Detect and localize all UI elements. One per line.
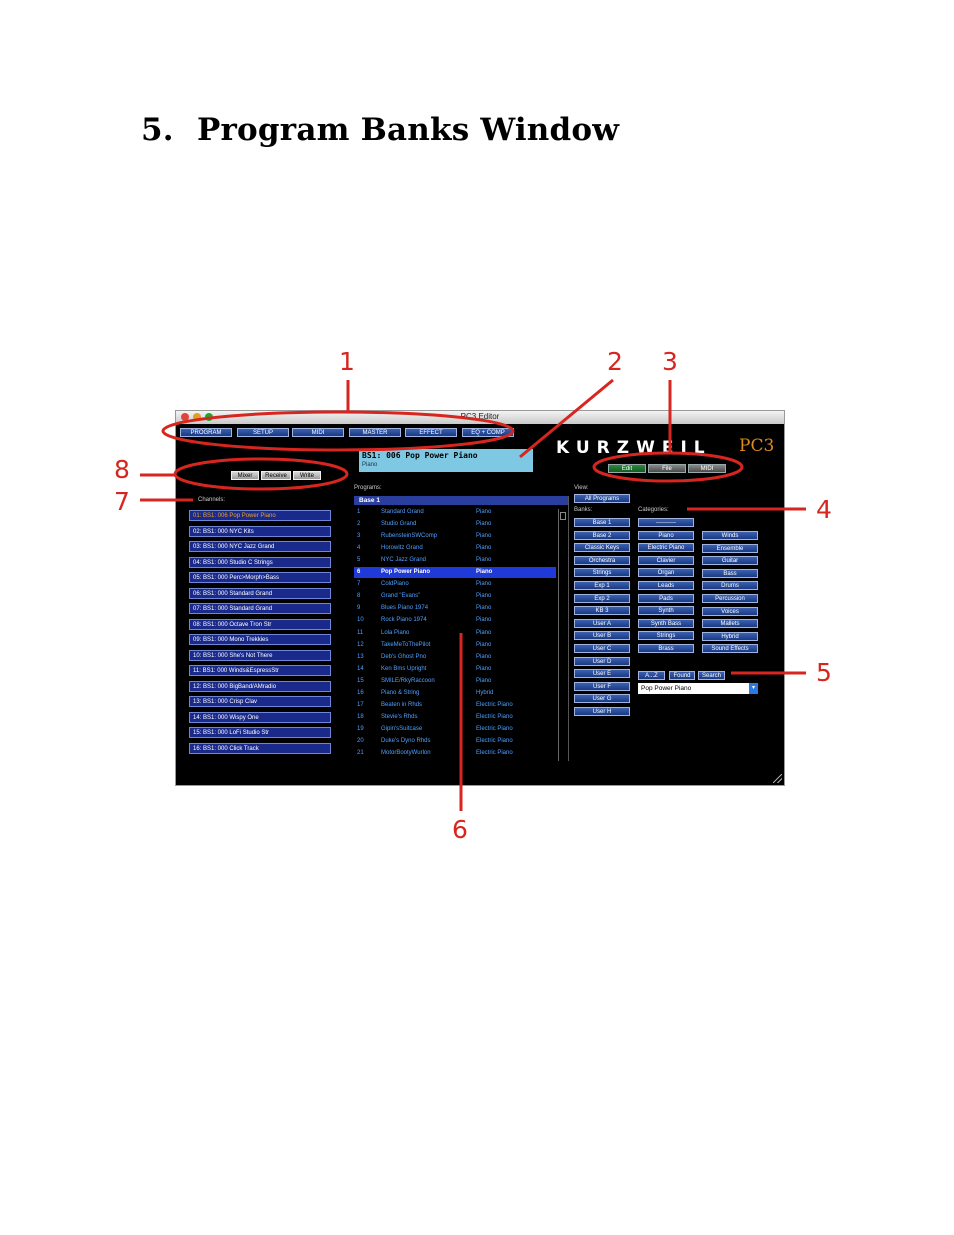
callout-number-8: 8 (114, 455, 130, 484)
callout-number-2: 2 (607, 347, 623, 376)
callout-number-1: 1 (339, 347, 355, 376)
callout-overlay (140, 378, 806, 811)
callout-ellipse-8 (173, 457, 349, 491)
callout-number-7: 7 (114, 487, 130, 516)
callout-line-2 (519, 378, 614, 459)
callout-ellipse-3 (592, 451, 744, 483)
callout-number-4: 4 (816, 495, 832, 524)
callout-number-3: 3 (662, 347, 678, 376)
callout-number-6: 6 (452, 815, 468, 844)
callout-ellipse-1 (161, 410, 515, 452)
callout-number-5: 5 (816, 658, 832, 687)
